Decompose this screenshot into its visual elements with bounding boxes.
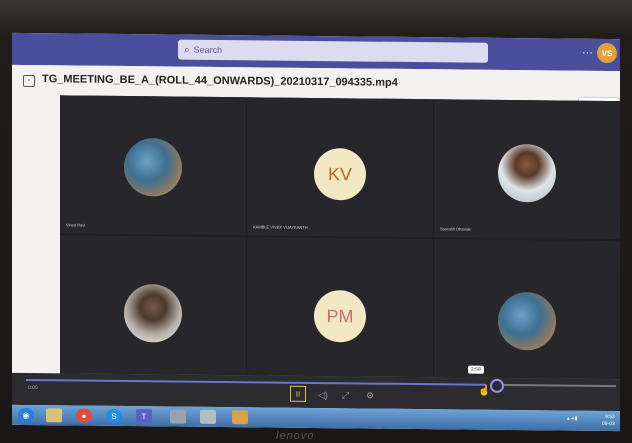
file-icon: ▫ [23, 74, 35, 88]
volume-icon[interactable]: ◁) [318, 390, 328, 401]
search-box[interactable]: ⌕ Search [178, 39, 488, 63]
video-player[interactable]: Vinod Ravi KV KAMBLE VIVEK VIJAYKANTH Sa… [60, 95, 620, 380]
mouse-cursor-icon: ☝ [478, 385, 491, 397]
user-avatar[interactable]: VS [597, 42, 617, 64]
explorer-icon[interactable] [46, 408, 62, 423]
taskbar-clock[interactable]: 9:52 09-03 [602, 414, 615, 428]
progress-bar-remaining[interactable] [496, 383, 616, 388]
participant-photo-avatar [498, 143, 556, 203]
fullscreen-icon[interactable]: ⤢ [342, 390, 349, 401]
teams-icon[interactable]: T [136, 409, 152, 424]
windows-start-icon[interactable]: ◉ [18, 407, 34, 423]
participant-tile: Vinod Ravi [60, 95, 246, 236]
lenovo-logo: lenovo [276, 430, 315, 442]
more-options-button[interactable]: ··· [582, 47, 593, 59]
participant-tile: KV KAMBLE VIVEK VIJAYKANTH [247, 97, 433, 238]
app-icon[interactable] [170, 409, 186, 424]
progress-bar-played[interactable] [26, 378, 486, 386]
screen: ⌕ Search ··· VS ▫ TG_MEETING_BE_A_(ROLL_… [12, 32, 620, 432]
participant-initials-avatar: PM [314, 289, 366, 343]
search-placeholder: Search [193, 44, 223, 56]
progress-knob[interactable] [490, 378, 504, 393]
participant-photo-avatar [498, 291, 556, 351]
participant-photo-avatar [124, 137, 182, 197]
app-icon-2[interactable] [200, 409, 216, 424]
participant-tile: PM [247, 237, 433, 378]
folder-icon[interactable] [232, 410, 248, 425]
participant-tile [434, 239, 620, 380]
clock-date: 09-03 [602, 420, 615, 428]
system-tray[interactable]: ▴ ◂ ▮ [567, 416, 578, 422]
settings-icon[interactable]: ⚙ [366, 391, 374, 402]
participant-tile: Saurabh Dhavale [434, 99, 620, 240]
participant-photo-avatar [124, 283, 182, 343]
seek-time-tooltip: 2:58 [468, 365, 484, 374]
participant-name: Saurabh Dhavale [440, 226, 471, 232]
elapsed-time: 0:05 [28, 384, 38, 392]
chrome-icon[interactable]: ● [76, 408, 92, 423]
file-title: TG_MEETING_BE_A_(ROLL_44_ONWARDS)_202103… [42, 73, 398, 89]
skype-icon[interactable]: S [106, 408, 122, 423]
participant-tile [60, 235, 246, 376]
participant-initials-avatar: KV [314, 147, 366, 201]
participant-name: Vinod Ravi [66, 222, 86, 228]
pause-icon[interactable]: II [290, 385, 306, 402]
search-icon: ⌕ [184, 44, 190, 56]
participant-name: KAMBLE VIVEK VIJAYKANTH [253, 224, 308, 230]
